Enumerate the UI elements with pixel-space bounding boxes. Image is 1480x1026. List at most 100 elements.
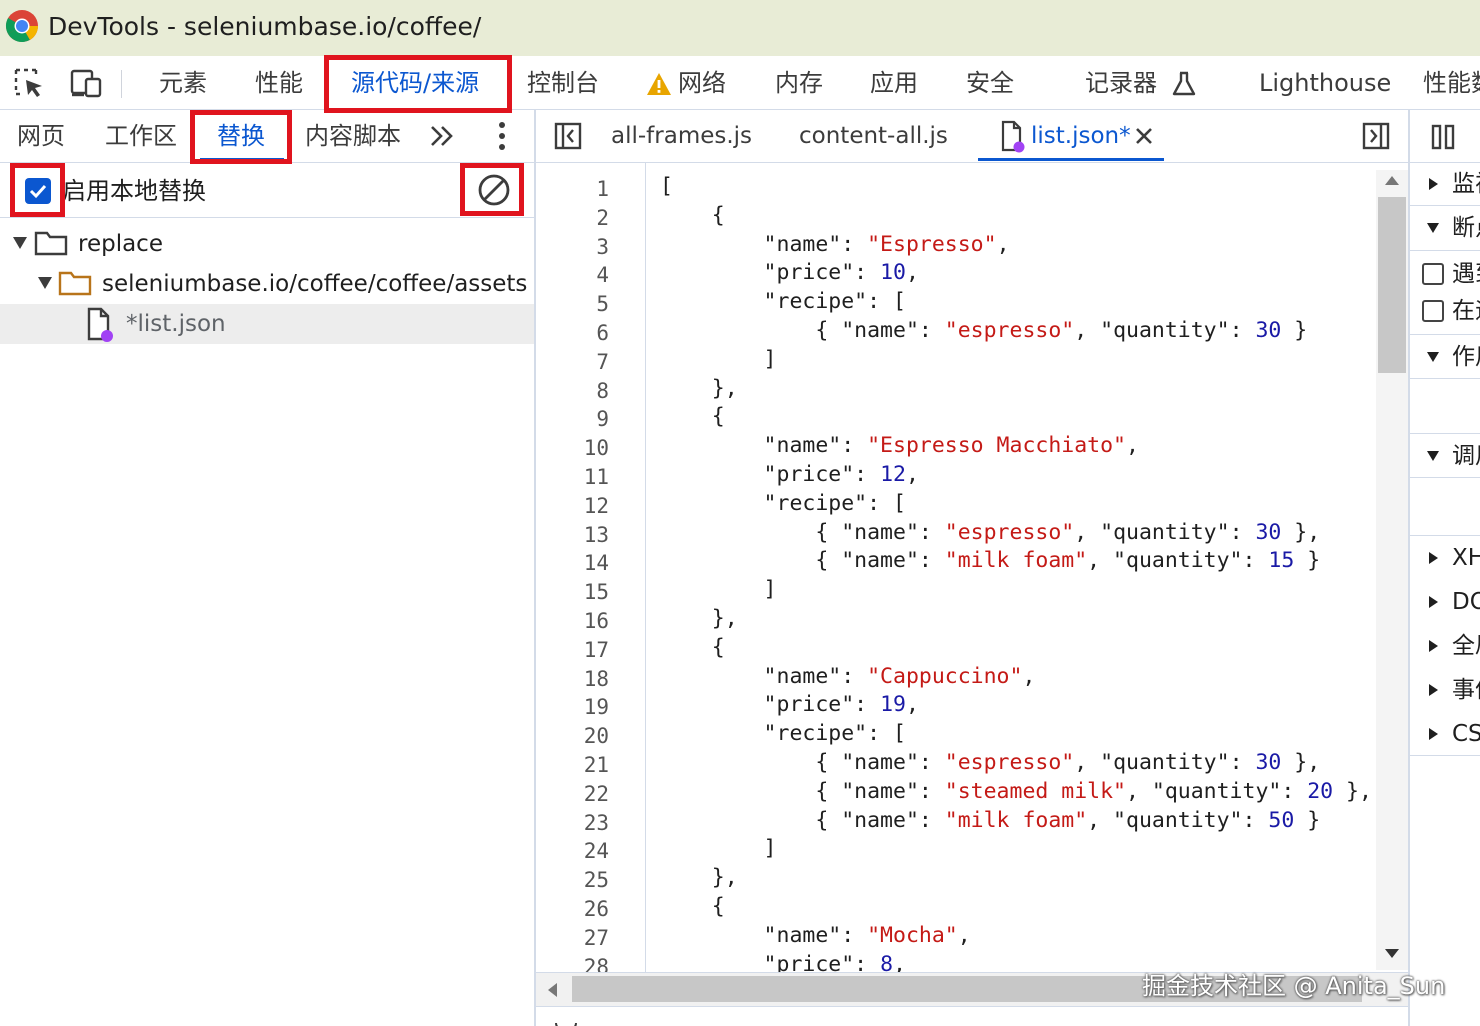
editor-tab-list-json[interactable]: list.json* xyxy=(1031,110,1131,163)
line-number: 7 xyxy=(596,349,609,374)
debugger-section-header[interactable]: XHR/提取断点 xyxy=(1410,537,1480,579)
tree-item-assets-folder[interactable]: seleniumbase.io/coffee/coffee/assets xyxy=(0,264,534,304)
debugger-section-header[interactable]: 事件监听器断点 xyxy=(1410,669,1480,711)
line-number: 18 xyxy=(583,666,609,691)
tree-item-replace[interactable]: replace xyxy=(0,224,534,264)
pause-exception-checkbox[interactable] xyxy=(1422,263,1444,285)
folder-icon xyxy=(34,231,68,256)
line-number-gutter: 1 2 3 4 5 6 7 8 9 10 11 12 13 14 15 16 17 18 19 20 21 22 23 24 2… xyxy=(536,163,646,973)
line-number: 4 xyxy=(596,263,609,288)
tree-label-assets: seleniumbase.io/coffee/coffee/assets xyxy=(102,271,528,297)
debugger-section-header[interactable]: 监视 xyxy=(1410,163,1480,205)
nav-tab-page[interactable]: 网页 xyxy=(17,110,65,163)
debugger-section-header[interactable]: 在遇到异常时暂停 xyxy=(1410,290,1480,332)
debugger-section-header[interactable]: 断点 xyxy=(1410,207,1480,249)
section-divider xyxy=(1410,535,1480,536)
collapsed-arrow-icon[interactable] xyxy=(1426,595,1440,609)
device-toolbar-icon[interactable] xyxy=(70,68,102,98)
close-tab-icon[interactable] xyxy=(1134,126,1154,146)
collapsed-arrow-icon[interactable] xyxy=(1426,639,1440,653)
clear-overrides-icon[interactable] xyxy=(476,172,512,208)
scroll-up-arrow-icon[interactable] xyxy=(1384,174,1400,186)
section-divider xyxy=(1410,334,1480,335)
line-number: 8 xyxy=(596,378,609,403)
debugger-section-label: 调用堆栈 xyxy=(1452,443,1480,469)
tab-console[interactable]: 控制台 xyxy=(527,56,599,110)
line-number: 23 xyxy=(583,810,609,835)
nav-tab-overrides[interactable]: 替换 xyxy=(217,110,265,163)
line-number: 11 xyxy=(583,465,609,489)
line-number: 27 xyxy=(583,925,609,950)
debugger-section-header[interactable]: 全局监听器 xyxy=(1410,625,1480,667)
toolbar-divider xyxy=(121,70,122,98)
debugger-section-label: 作用域 xyxy=(1452,344,1480,370)
code-line: { xyxy=(660,634,725,660)
tab-elements[interactable]: 元素 xyxy=(159,56,207,110)
code-line: { "name": "milk foam", "quantity": 15 } xyxy=(660,548,1321,574)
collapsed-arrow-icon[interactable] xyxy=(1426,727,1440,741)
warning-icon xyxy=(647,73,671,95)
toggle-debugger-icon[interactable] xyxy=(1362,122,1390,150)
scroll-down-arrow-icon[interactable] xyxy=(1384,948,1400,960)
tab-recorder[interactable]: 记录器 xyxy=(1085,56,1197,110)
inspect-element-icon[interactable] xyxy=(14,68,46,98)
nav-tab-content-scripts[interactable]: 内容脚本 xyxy=(305,110,401,163)
code-line: { "name": "milk foam", "quantity": 50 } xyxy=(660,807,1321,833)
debugger-section-label: 全局监听器 xyxy=(1452,633,1480,659)
section-divider xyxy=(1410,205,1480,206)
line-number: 15 xyxy=(583,580,609,605)
tab-sources[interactable]: 源代码/来源 xyxy=(351,56,479,110)
pause-icon[interactable] xyxy=(1430,124,1456,150)
collapsed-arrow-icon[interactable] xyxy=(1426,683,1440,697)
main-tab-bar: 元素 性能 源代码/来源 控制台 网络 内存 应用 安全 记录器 Lightho… xyxy=(0,56,1480,110)
expanded-arrow-icon[interactable] xyxy=(1426,221,1440,235)
debugger-section-header[interactable]: 作用域 xyxy=(1410,336,1480,378)
nav-tab-workspace[interactable]: 工作区 xyxy=(105,110,177,163)
debugger-section-label: 在遇到异常时暂停 xyxy=(1452,298,1480,324)
code-line: { "name": "espresso", "quantity": 30 }, xyxy=(660,519,1321,545)
enable-overrides-checkbox[interactable] xyxy=(25,178,51,204)
flask-icon xyxy=(1172,71,1195,96)
more-tabs-chevron-icon[interactable] xyxy=(428,122,456,150)
watermark: 掘金技术社区 @ Anita_Sun xyxy=(1142,972,1446,1000)
code-line: "name": "Mocha", xyxy=(660,922,971,948)
code-line: "name": "Espresso", xyxy=(660,231,1010,257)
pause-exception-checkbox[interactable] xyxy=(1422,300,1444,322)
tab-memory[interactable]: 内存 xyxy=(775,56,823,110)
expanded-arrow-icon[interactable] xyxy=(1426,350,1440,364)
tree-label-replace: replace xyxy=(78,231,163,257)
domain-folder-icon xyxy=(58,271,92,296)
code-line: "price": 19, xyxy=(660,692,919,718)
debugger-section-header[interactable]: CSP 违规断点 xyxy=(1410,713,1480,755)
editor-tab-all-frames[interactable]: all-frames.js xyxy=(611,110,752,163)
tab-network[interactable]: 网络 xyxy=(646,56,726,110)
debugger-section-label: DOM 断点 xyxy=(1452,589,1480,615)
tree-item-list-json[interactable]: *list.json xyxy=(0,304,534,344)
toggle-navigator-icon[interactable] xyxy=(554,122,582,150)
tab-performance-insights[interactable]: 性能数 xyxy=(1423,56,1480,110)
editor-tab-content-all[interactable]: content-all.js xyxy=(799,110,948,163)
debugger-section-header[interactable]: DOM 断点 xyxy=(1410,581,1480,623)
code-line: "price": 8, xyxy=(660,951,906,973)
tab-security[interactable]: 安全 xyxy=(966,56,1014,110)
expanded-arrow-icon[interactable] xyxy=(12,236,28,250)
collapsed-arrow-icon[interactable] xyxy=(1426,551,1440,565)
code-line: "recipe": [ xyxy=(660,490,906,516)
debugger-section-header[interactable]: 调用堆栈 xyxy=(1410,435,1480,477)
more-options-icon[interactable] xyxy=(494,120,510,152)
debugger-section-label: 监视 xyxy=(1452,171,1480,197)
format-braces-icon[interactable] xyxy=(554,1021,578,1026)
tab-application[interactable]: 应用 xyxy=(870,56,918,110)
expanded-arrow-icon[interactable] xyxy=(1426,449,1440,463)
expanded-arrow-icon[interactable] xyxy=(37,276,53,290)
collapsed-arrow-icon[interactable] xyxy=(1426,177,1440,191)
tab-lighthouse[interactable]: Lighthouse xyxy=(1259,56,1391,110)
code-editor[interactable]: [ { "name": "Espresso", "price": 10, "re… xyxy=(660,173,1374,973)
tab-performance[interactable]: 性能 xyxy=(255,56,303,110)
vertical-scroll-thumb[interactable] xyxy=(1378,197,1406,373)
scroll-left-arrow-icon[interactable] xyxy=(546,982,558,998)
line-number: 24 xyxy=(583,839,609,864)
code-line: "recipe": [ xyxy=(660,721,906,747)
debugger-section-header[interactable]: 遇到未捕获的异常时暂停 xyxy=(1410,253,1480,295)
code-line: }, xyxy=(660,375,738,401)
